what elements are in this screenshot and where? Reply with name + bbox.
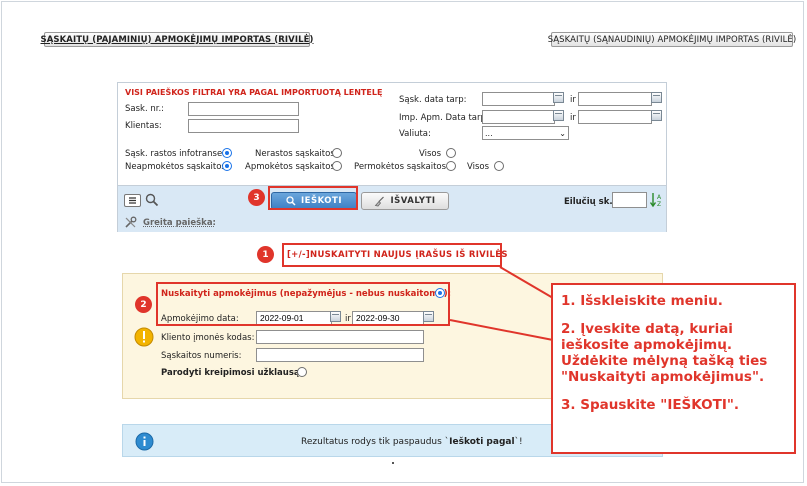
instruction-step-1: 1. Išskleiskite meniu. [561,293,723,309]
instructions-callout: 1. Išskleiskite meniu. 2. Įveskite datą,… [551,283,796,454]
instruction-step-3: 3. Spauskite "IEŠKOTI". [561,397,740,413]
instruction-step-2: 2. Įveskite datą, kuriai ieškosite apmok… [561,321,768,385]
